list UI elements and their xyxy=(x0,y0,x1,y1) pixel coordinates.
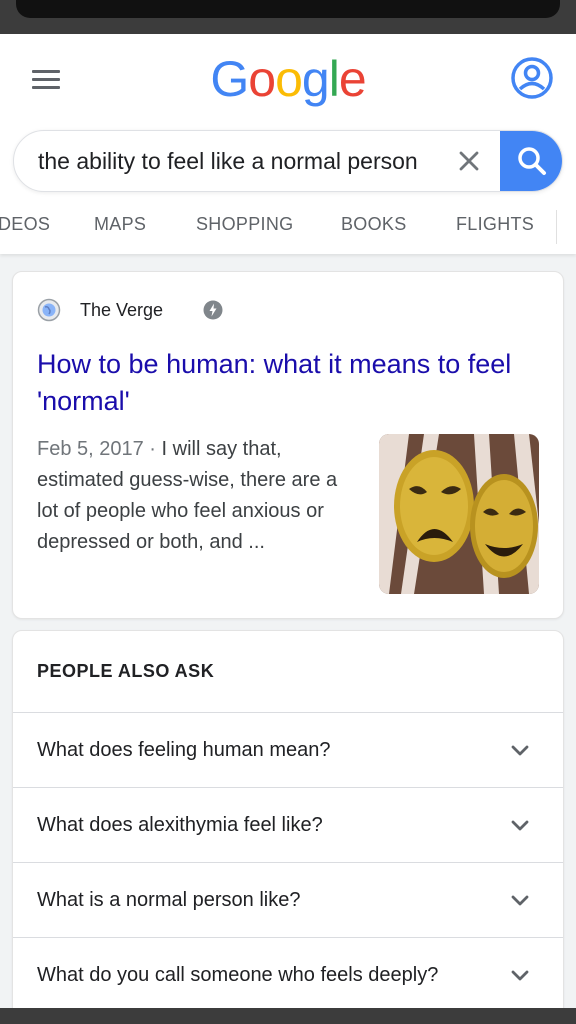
question-text: What do you call someone who feels deepl… xyxy=(37,964,439,986)
question-text: What is a normal person like? xyxy=(37,889,301,911)
magnifier-icon xyxy=(518,147,546,175)
search-tabs: DEOS MAPS SHOPPING BOOKS FLIGHTS xyxy=(0,214,576,250)
account-circle-icon[interactable] xyxy=(510,56,554,100)
search-box[interactable]: the ability to feel like a normal person xyxy=(13,130,563,192)
globe-icon xyxy=(37,298,61,322)
search-input[interactable]: the ability to feel like a normal person xyxy=(38,131,448,191)
search-button[interactable] xyxy=(500,131,562,191)
close-icon[interactable] xyxy=(454,146,484,176)
question-item[interactable]: What do you call someone who feels deepl… xyxy=(13,937,563,1008)
question-item[interactable]: What does feeling human mean? xyxy=(13,712,563,787)
tab-maps[interactable]: MAPS xyxy=(94,214,146,235)
chevron-down-icon xyxy=(509,965,531,987)
question-item[interactable]: What is a normal person like? xyxy=(13,862,563,937)
source-name: The Verge xyxy=(80,300,164,320)
result-thumbnail[interactable] xyxy=(379,434,539,594)
chevron-down-icon xyxy=(509,890,531,912)
bottom-bar xyxy=(0,1008,576,1024)
tab-shopping[interactable]: SHOPPING xyxy=(196,214,293,235)
date-separator: · xyxy=(143,438,162,460)
tab-videos[interactable]: DEOS xyxy=(0,214,50,235)
chevron-down-icon xyxy=(509,740,531,762)
tab-books[interactable]: BOOKS xyxy=(341,214,407,235)
header: Google the ability to feel like a normal… xyxy=(0,34,576,254)
people-also-ask-card: PEOPLE ALSO ASK What does feeling human … xyxy=(12,630,564,1008)
status-bar-pill xyxy=(16,0,560,18)
google-logo[interactable]: Google xyxy=(0,50,576,108)
search-result-card: The Verge How to be human: what it means… xyxy=(12,271,564,619)
tabs-divider xyxy=(556,210,557,244)
question-item[interactable]: What does alexithymia feel like? xyxy=(13,787,563,862)
result-snippet: Feb 5, 2017 · I will say that, estimated… xyxy=(37,434,357,558)
result-title-link[interactable]: How to be human: what it means to feel '… xyxy=(37,346,547,420)
question-text: What does feeling human mean? xyxy=(37,739,331,761)
chevron-down-icon xyxy=(509,815,531,837)
amp-lightning-icon xyxy=(203,300,223,320)
logo-letter: e xyxy=(338,51,367,107)
question-text: What does alexithymia feel like? xyxy=(37,814,323,836)
search-results-page: Google the ability to feel like a normal… xyxy=(0,34,576,1008)
logo-letter: l xyxy=(328,51,340,107)
logo-letter: G xyxy=(210,51,249,107)
status-bar xyxy=(0,0,576,34)
people-also-ask-heading: PEOPLE ALSO ASK xyxy=(37,661,215,681)
result-date: Feb 5, 2017 xyxy=(37,438,144,460)
logo-letter: o xyxy=(275,51,303,107)
logo-letter: o xyxy=(248,51,276,107)
logo-letter: g xyxy=(301,51,330,107)
tab-flights[interactable]: FLIGHTS xyxy=(456,214,534,235)
